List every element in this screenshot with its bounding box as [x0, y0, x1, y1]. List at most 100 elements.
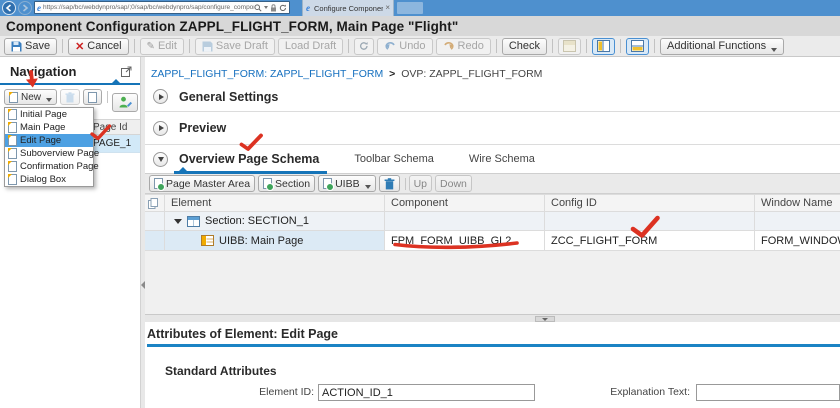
breadcrumb-separator: >	[389, 68, 396, 80]
cancel-button[interactable]: ✕ Cancel	[68, 37, 129, 55]
refresh-icon	[360, 42, 368, 50]
schema-table-header: Element Component Config ID Window Name	[145, 194, 840, 212]
show-navigation-panel-button[interactable]	[592, 37, 616, 55]
content-area: Navigation New Page Id PAGE_1 Initial Pa…	[0, 57, 840, 408]
url-text: https://sap/bc/webdynpro/sap/;0/sap/bc/w…	[43, 4, 254, 11]
browser-back-button[interactable]	[2, 1, 16, 15]
add-uibb-button[interactable]: UIBB	[318, 175, 376, 192]
breadcrumb-current: OVP: ZAPPL_FLIGHT_FORM	[401, 68, 543, 80]
refresh-button[interactable]	[354, 37, 375, 55]
attributes-accent-rule	[147, 344, 840, 347]
collapse-row-icon[interactable]	[174, 218, 182, 224]
menu-item-dialog-box[interactable]: Dialog Box	[5, 173, 93, 186]
pencil-icon: ✎	[146, 40, 155, 52]
sap-configuration-editor-window: e https://sap/bc/webdynpro/sap/;0/sap/bc…	[0, 0, 840, 408]
overview-schema-toggle[interactable]	[153, 151, 168, 167]
add-section-button[interactable]: Section	[258, 175, 316, 192]
expand-panel-icon[interactable]	[121, 66, 132, 77]
menu-item-confirmation-page[interactable]: Confirmation Page	[5, 160, 99, 173]
undo-button[interactable]: Undo	[377, 37, 433, 55]
new-page-icon	[8, 109, 17, 120]
new-page-icon	[8, 148, 17, 159]
tab-ie-icon: e	[306, 3, 310, 13]
panel-layout-disabled-button[interactable]	[558, 37, 582, 55]
tab-title: Configure Component	[314, 3, 384, 13]
page-icon	[88, 91, 98, 103]
attributes-panel: Attributes of Element: Edit Page Standar…	[145, 322, 840, 408]
delete-page-button[interactable]	[60, 89, 81, 105]
add-page-master-area-button[interactable]: Page Master Area	[149, 175, 256, 192]
element-id-input[interactable]	[318, 384, 535, 401]
menu-item-edit-page[interactable]: Edit Page	[5, 134, 93, 147]
move-up-button[interactable]: Up	[408, 175, 433, 192]
check-button[interactable]: Check	[501, 37, 548, 55]
browser-tab[interactable]: e Configure Component ×	[302, 0, 394, 16]
menu-item-suboverview-page[interactable]: Suboverview Page	[5, 147, 99, 160]
standard-attributes-title: Standard Attributes	[165, 364, 277, 378]
edit-button[interactable]: ✎ Edit	[139, 37, 184, 55]
delete-element-button[interactable]	[378, 175, 400, 192]
column-header-component[interactable]: Component	[385, 194, 545, 212]
tab-toolbar-schema[interactable]: Toolbar Schema	[354, 153, 434, 165]
general-settings-toggle[interactable]	[153, 89, 168, 104]
title-bar: Component Configuration ZAPPL_FLIGHT_FOR…	[0, 16, 840, 36]
explanation-text-label: Explanation Text:	[610, 386, 690, 398]
menu-item-main-page[interactable]: Main Page	[5, 121, 93, 134]
browser-address-bar[interactable]: e https://sap/bc/webdynpro/sap/;0/sap/bc…	[34, 1, 290, 14]
tab-close-icon[interactable]: ×	[385, 4, 390, 12]
lock-icon	[271, 3, 276, 11]
preview-toggle[interactable]	[153, 120, 168, 136]
breadcrumb-link[interactable]: ZAPPL_FLIGHT_FORM: ZAPPL_FLIGHT_FORM	[151, 68, 383, 80]
floppy-disk-icon	[202, 41, 213, 51]
forward-arrow-icon	[22, 4, 29, 12]
navigation-panel: Navigation New Page Id PAGE_1 Initial Pa…	[0, 57, 140, 408]
page-add-icon	[154, 178, 165, 191]
copy-page-button[interactable]	[83, 89, 103, 105]
new-page-menu: Initial Page Main Page Edit Page Subover…	[4, 107, 99, 187]
tab-wire-schema[interactable]: Wire Schema	[469, 153, 535, 165]
undo-arrow-icon	[385, 42, 395, 50]
table-row-uibb[interactable]: UIBB: Main Page FPM_FORM_UIBB_GL2 ZCC_FL…	[145, 231, 840, 251]
general-settings-title: General Settings	[179, 89, 279, 104]
address-dropdown-icon[interactable]	[264, 6, 268, 9]
save-draft-button[interactable]: Save Draft	[194, 37, 275, 55]
new-tab-button[interactable]	[397, 2, 423, 14]
section-icon	[187, 215, 200, 227]
dropdown-caret-icon	[364, 185, 371, 189]
trash-icon	[65, 91, 75, 102]
new-page-icon	[8, 161, 17, 172]
tab-overview-page-schema[interactable]: Overview Page Schema	[173, 152, 328, 174]
horizontal-splitter[interactable]	[145, 314, 840, 322]
main-editor-panel: ZAPPL_FLIGHT_FORM: ZAPPL_FLIGHT_FORM > O…	[145, 57, 840, 408]
menu-item-initial-page[interactable]: Initial Page	[5, 108, 93, 121]
ie-icon: e	[37, 2, 41, 13]
select-column-icon[interactable]	[148, 197, 158, 209]
explanation-text-input[interactable]	[696, 384, 840, 401]
element-id-label: Element ID:	[259, 386, 314, 398]
table-row-section[interactable]: Section: SECTION_1	[145, 212, 840, 231]
preview-title: Preview	[179, 121, 227, 135]
column-header-window-name[interactable]: Window Name	[755, 194, 840, 212]
new-page-button[interactable]: New	[4, 89, 58, 105]
new-page-icon	[8, 122, 17, 133]
assign-user-button[interactable]	[112, 93, 138, 112]
additional-functions-button[interactable]: Additional Functions	[660, 37, 785, 55]
floppy-disk-icon	[11, 41, 22, 51]
breadcrumb: ZAPPL_FLIGHT_FORM: ZAPPL_FLIGHT_FORM > O…	[145, 57, 840, 82]
move-down-button[interactable]: Down	[435, 175, 472, 192]
redo-button[interactable]: Redo	[435, 37, 491, 55]
section-label: Section: SECTION_1	[205, 215, 309, 227]
search-icon[interactable]	[254, 3, 262, 12]
cancel-x-icon: ✕	[75, 40, 85, 53]
save-button[interactable]: Save	[4, 37, 58, 55]
load-draft-button[interactable]: Load Draft	[277, 37, 344, 55]
browser-forward-button[interactable]	[18, 1, 32, 15]
main-toolbar: Save ✕ Cancel ✎ Edit Save Draft Load Dra…	[0, 36, 840, 57]
column-header-config-id[interactable]: Config ID	[545, 194, 755, 212]
vertical-split-panel-icon	[597, 40, 611, 52]
navigation-accent-rule	[0, 79, 140, 85]
refresh-icon[interactable]	[279, 4, 287, 12]
show-attributes-panel-button[interactable]	[626, 37, 650, 55]
panel-icon	[563, 40, 577, 52]
column-header-element[interactable]: Element	[165, 194, 385, 212]
